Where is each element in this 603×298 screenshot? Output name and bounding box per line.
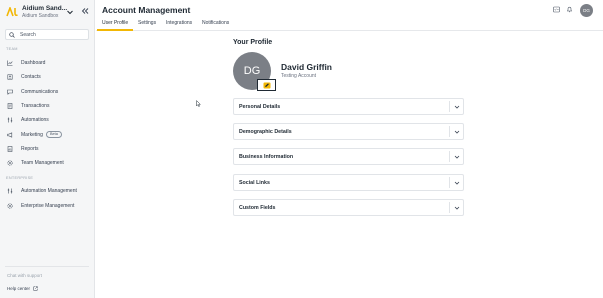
panel-separator	[449, 126, 450, 137]
custom-fields-panel[interactable]: Custom Fields	[233, 199, 464, 216]
panel-separator	[449, 101, 450, 112]
sidebar-item-label: Automations	[21, 116, 49, 123]
demographic-details-panel[interactable]: Demographic Details	[233, 123, 464, 140]
report-icon	[7, 145, 13, 152]
sliders-icon	[7, 188, 13, 193]
chat-icon	[7, 89, 13, 95]
sidebar-item-label: Contacts	[21, 73, 41, 80]
mouse-cursor-icon	[196, 100, 201, 107]
brand-name: Aidium Sand...	[22, 5, 68, 12]
sidebar-item-communications[interactable]: Communications	[5, 86, 89, 97]
panel-title: Demographic Details	[239, 129, 292, 135]
tab-notifications[interactable]: Notifications	[202, 20, 229, 26]
sidebar-item-marketing[interactable]: Marketing Beta	[5, 129, 89, 140]
sidebar-item-contacts[interactable]: Contacts	[5, 71, 89, 82]
panel-separator	[449, 177, 450, 188]
chart-line-icon	[7, 60, 13, 66]
page-title: Account Management	[102, 5, 191, 15]
sidebar-item-label: Automation Management	[21, 187, 77, 194]
enterprise-section-label: ENTERPRISE	[6, 176, 34, 180]
bell-icon[interactable]	[566, 6, 573, 13]
profile-section-title: Your Profile	[233, 39, 273, 46]
edit-avatar-button[interactable]	[257, 79, 276, 91]
pencil-icon	[263, 82, 271, 89]
chat-support-link[interactable]: Chat with support	[7, 273, 42, 278]
sidebar-item-label: Transactions	[21, 102, 50, 109]
sliders-icon	[7, 117, 13, 122]
sidebar-divider	[5, 266, 89, 267]
social-links-panel[interactable]: Social Links	[233, 174, 464, 191]
sidebar-item-enterprise-management[interactable]: Enterprise Management	[5, 200, 89, 211]
tab-integrations[interactable]: Integrations	[166, 20, 192, 26]
sidebar: Aidium Sand... Aidium Sandbox TEAM Dashb…	[0, 0, 95, 298]
business-information-panel[interactable]: Business Information	[233, 148, 464, 165]
checklist-icon[interactable]	[553, 6, 560, 13]
sidebar-item-label: Enterprise Management	[21, 202, 75, 209]
sidebar-item-automation-management[interactable]: Automation Management	[5, 185, 89, 196]
brand-subtitle: Aidium Sandbox	[22, 13, 59, 19]
personal-details-panel[interactable]: Personal Details	[233, 98, 464, 115]
sidebar-item-transactions[interactable]: Transactions	[5, 100, 89, 111]
team-section-label: TEAM	[6, 47, 18, 51]
sidebar-item-label: Dashboard	[21, 59, 46, 66]
tab-bar: User Profile Settings Integrations Notif…	[96, 18, 603, 31]
megaphone-icon	[7, 131, 13, 138]
tab-settings[interactable]: Settings	[138, 20, 156, 26]
panel-title: Social Links	[239, 180, 270, 186]
gear-icon	[7, 159, 13, 166]
search-box	[5, 29, 89, 40]
chevron-down-icon[interactable]	[454, 205, 460, 211]
help-center-link[interactable]: Help center	[7, 286, 30, 291]
profile-account-type: Testing Account	[281, 73, 317, 79]
brand-logo-icon	[6, 7, 18, 17]
app-window: Aidium Sand... Aidium Sandbox TEAM Dashb…	[0, 0, 603, 298]
sidebar-item-label: Communications	[21, 88, 59, 95]
panel-separator	[449, 202, 450, 213]
beta-badge: Beta	[46, 130, 62, 138]
collapse-sidebar-icon[interactable]	[81, 7, 89, 15]
panel-title: Personal Details	[239, 104, 281, 110]
sidebar-item-dashboard[interactable]: Dashboard	[5, 57, 89, 68]
search-icon	[9, 32, 15, 38]
panel-separator	[449, 151, 450, 162]
sidebar-item-reports[interactable]: Reports	[5, 143, 89, 154]
sidebar-item-label: Team Management	[21, 159, 64, 166]
chevron-down-icon[interactable]	[454, 129, 460, 135]
sidebar-item-team-management[interactable]: Team Management	[5, 157, 89, 168]
profile-name: David Griffin	[281, 62, 333, 72]
active-tab-indicator	[97, 29, 133, 31]
contacts-icon	[7, 73, 13, 80]
sidebar-item-automations[interactable]: Automations	[5, 114, 89, 125]
search-input[interactable]	[20, 30, 86, 39]
tab-user-profile[interactable]: User Profile	[102, 20, 128, 26]
chevron-down-icon[interactable]	[454, 180, 460, 186]
chevron-down-icon[interactable]	[454, 154, 460, 160]
chevron-down-icon[interactable]	[454, 104, 460, 110]
gear-icon	[7, 202, 13, 209]
sidebar-item-label: Marketing	[21, 131, 43, 138]
sidebar-item-label: Reports	[21, 145, 39, 152]
panel-title: Business Information	[239, 154, 294, 160]
user-avatar-button[interactable]: DG	[580, 4, 593, 17]
chevron-down-icon[interactable]	[66, 8, 74, 16]
external-link-icon	[33, 286, 38, 291]
panel-title: Custom Fields	[239, 205, 276, 211]
document-icon	[7, 102, 13, 109]
